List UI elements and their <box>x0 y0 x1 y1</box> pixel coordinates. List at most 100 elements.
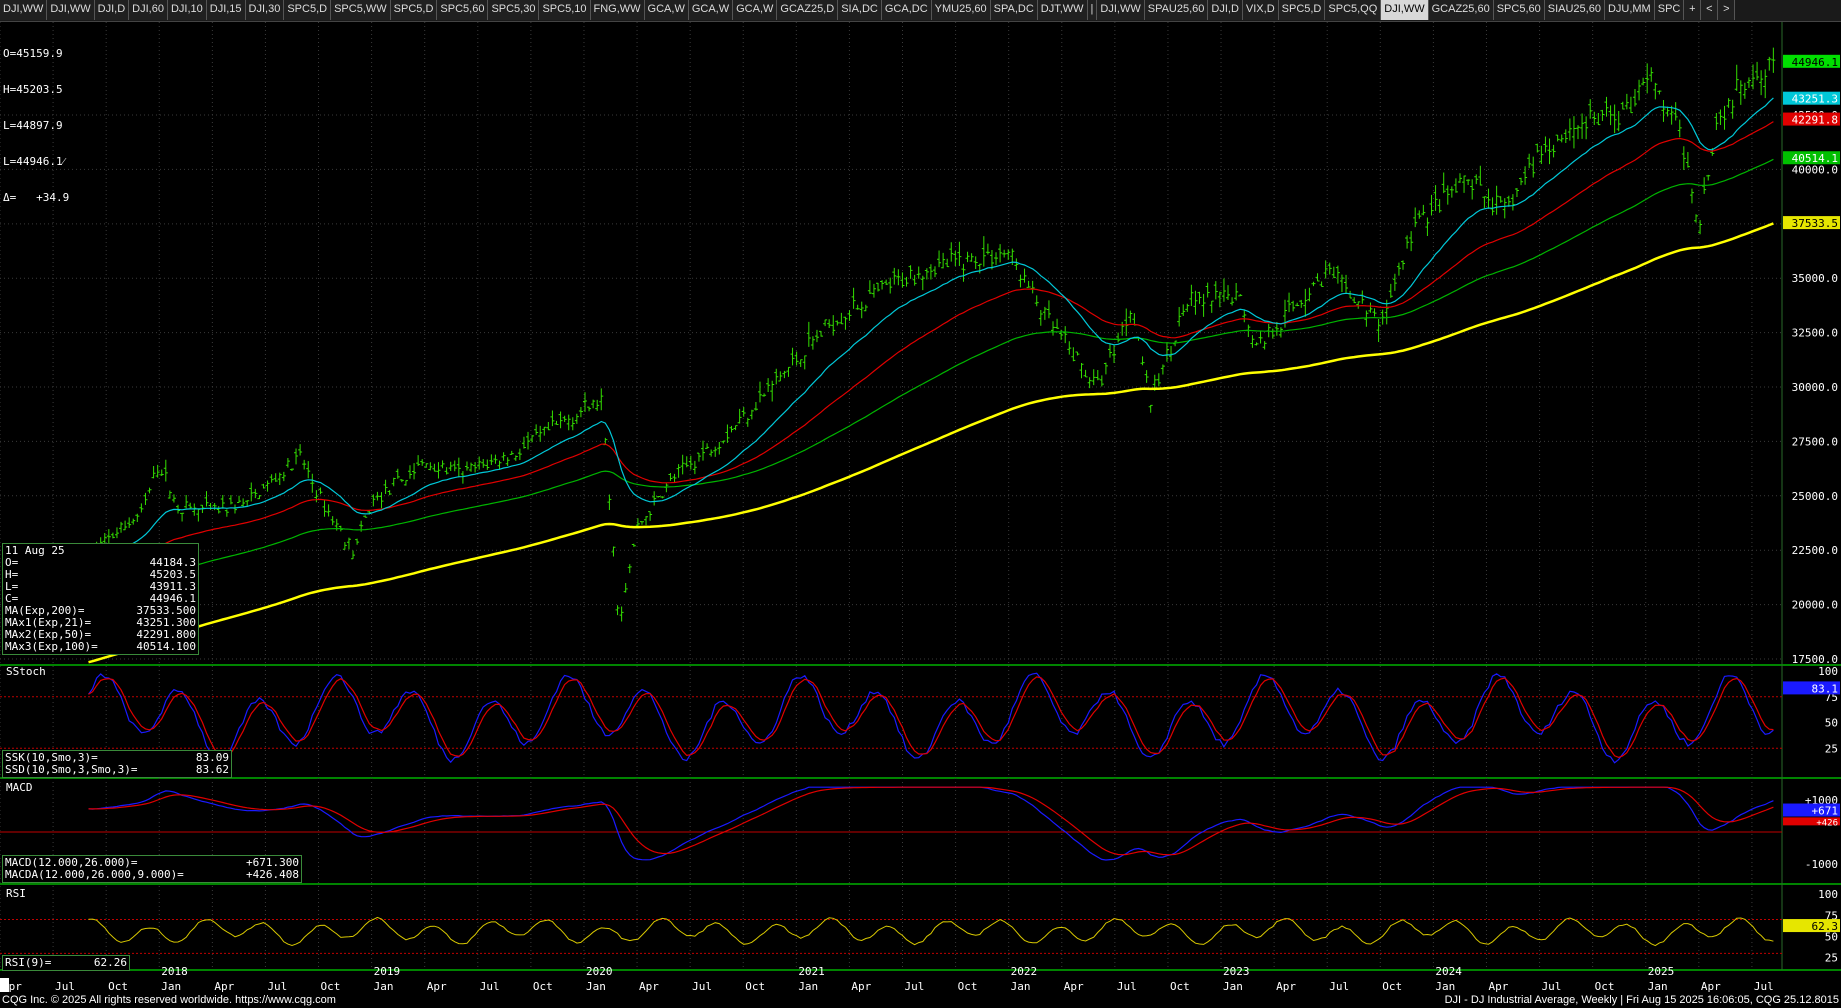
symbol-tab[interactable]: DJI,30 <box>245 0 285 20</box>
x-month-label: Apr <box>214 980 234 993</box>
ohlc-bar <box>456 457 461 478</box>
ohlc-bar <box>884 279 889 285</box>
ohlc-bar <box>892 267 897 285</box>
symbol-tab[interactable]: | <box>1087 0 1098 20</box>
ohlc-bar <box>228 495 233 505</box>
symbol-tab[interactable]: YMU25,60 <box>931 0 991 20</box>
ohlc-bar <box>652 491 657 506</box>
ohlc-bar <box>1107 343 1112 358</box>
symbol-tab[interactable]: DJI,WW <box>1381 0 1429 20</box>
x-month-label: Oct <box>1595 980 1615 993</box>
rsi-tick-label: 100 <box>1818 888 1838 901</box>
scroll-right-button[interactable]: > <box>1718 0 1736 20</box>
symbol-tab[interactable]: DJI,15 <box>206 0 246 20</box>
symbol-tab[interactable]: GCAZ25,60 <box>1428 0 1494 20</box>
ohlc-bar <box>1657 90 1662 95</box>
symbol-tab[interactable]: SPAU25,60 <box>1144 0 1209 20</box>
ohlc-bar <box>395 468 400 479</box>
symbol-tab[interactable]: GCA,W <box>733 0 778 20</box>
symbol-tab[interactable]: SPC5,60 <box>437 0 489 20</box>
ohlc-bar <box>1018 274 1023 288</box>
symbol-tab[interactable]: DJI,WW <box>47 0 95 20</box>
symbol-tab[interactable]: DJI,WW <box>1097 0 1145 20</box>
ohlc-bar <box>1177 306 1182 327</box>
x-month-label: Jan <box>586 980 606 993</box>
ohlc-bar <box>904 276 909 287</box>
symbol-tab[interactable]: GCA,DC <box>881 0 932 20</box>
symbol-tab[interactable]: SPC5,30 <box>488 0 540 20</box>
ohlc-bar <box>1331 266 1336 279</box>
ohlc-bar <box>1185 303 1190 312</box>
symbol-tab[interactable]: SPC5,D <box>1278 0 1326 20</box>
symbol-tab[interactable]: SIAU25,60 <box>1544 0 1605 20</box>
ohlc-bar <box>721 440 726 444</box>
quote-low: L=44897.9 <box>3 119 63 132</box>
ohlc-bar <box>912 274 917 286</box>
ohlc-bar <box>631 543 636 547</box>
symbol-tab[interactable]: SPC5,D <box>390 0 438 20</box>
ohlc-bar <box>566 414 571 431</box>
ohlc-bar <box>310 473 315 493</box>
add-tab-button[interactable]: + <box>1684 0 1702 20</box>
symbol-tab[interactable]: SPC5,10 <box>539 0 591 20</box>
symbol-tab[interactable]: SPA,DC <box>990 0 1038 20</box>
ohlc-bar <box>1197 291 1202 304</box>
rsi-title: RSI <box>6 887 26 900</box>
ohlc-bar <box>1620 101 1625 110</box>
quote-open: O=45159.9 <box>3 47 63 60</box>
ohlc-bar <box>1417 210 1422 219</box>
ohlc-bar <box>1079 362 1084 379</box>
ohlc-bar <box>460 471 465 484</box>
ohlc-bar <box>843 316 848 330</box>
ohlc-bar <box>1258 330 1263 344</box>
ohlc-bar <box>265 480 270 492</box>
quote-box: O=45159.9 H=45203.5 L=44897.9 L=44946.1⁄… <box>3 24 69 216</box>
ohlc-bar <box>1673 102 1678 121</box>
symbol-tab[interactable]: SPC5,QQ <box>1325 0 1382 20</box>
ohlc-bar <box>273 473 278 482</box>
ohlc-bar <box>298 444 303 456</box>
ohlc-bar <box>1482 196 1487 209</box>
ohlc-bar <box>591 399 596 409</box>
ohlc-bar <box>212 502 217 511</box>
scroll-left-button[interactable]: < <box>1701 0 1719 20</box>
ohlc-bar <box>639 521 644 525</box>
symbol-tab[interactable]: DJT,WW <box>1037 0 1088 20</box>
ohlc-bar <box>1112 344 1117 364</box>
ohlc-bar <box>953 250 958 267</box>
symbol-tab[interactable]: GCA,W <box>688 0 734 20</box>
ohlc-bar <box>766 378 771 393</box>
symbol-tab[interactable]: SPC5,60 <box>1493 0 1545 20</box>
ohlc-bar <box>1453 178 1458 193</box>
ohlc-bar <box>1002 249 1007 258</box>
ohlc-bar <box>900 272 905 288</box>
ohlc-bar <box>985 243 990 255</box>
symbol-tab[interactable]: DJI,D <box>1208 0 1243 20</box>
symbol-tab[interactable]: DJI,10 <box>167 0 207 20</box>
symbol-tab[interactable]: GCAZ25,D <box>777 0 839 20</box>
symbol-tab[interactable]: SPC5,D <box>284 0 332 20</box>
ohlc-bar <box>180 512 185 522</box>
ohlc-bar <box>757 381 762 403</box>
ohlc-bar <box>216 506 221 514</box>
symbol-tab[interactable]: FNG,WW <box>590 0 645 20</box>
symbol-tab[interactable]: DJI,60 <box>129 0 168 20</box>
ohlc-bar <box>464 461 469 471</box>
ohlc-bar <box>1502 198 1507 219</box>
symbol-tab[interactable]: GCA,W <box>644 0 689 20</box>
symbol-tab[interactable]: DJU,MM <box>1604 0 1655 20</box>
ohlc-bar <box>701 440 706 461</box>
ohlc-bar <box>574 413 579 424</box>
chart-area[interactable]: 17500.020000.022500.025000.027500.030000… <box>0 22 1841 994</box>
x-month-label: Jul <box>692 980 712 993</box>
x-month-label: Apr <box>427 980 447 993</box>
ohlc-bar <box>1470 179 1475 200</box>
symbol-tab[interactable]: SPC5,WW <box>331 0 391 20</box>
symbol-tab[interactable]: VIX,D <box>1242 0 1279 20</box>
ohlc-row-value: 40514.100 <box>136 640 196 653</box>
ohlc-bar <box>139 503 144 513</box>
symbol-tab[interactable]: SIA,DC <box>838 0 882 20</box>
symbol-tab[interactable]: SPC <box>1654 0 1685 20</box>
symbol-tab[interactable]: DJI,D <box>94 0 130 20</box>
symbol-tab[interactable]: DJI,WW <box>0 0 48 20</box>
